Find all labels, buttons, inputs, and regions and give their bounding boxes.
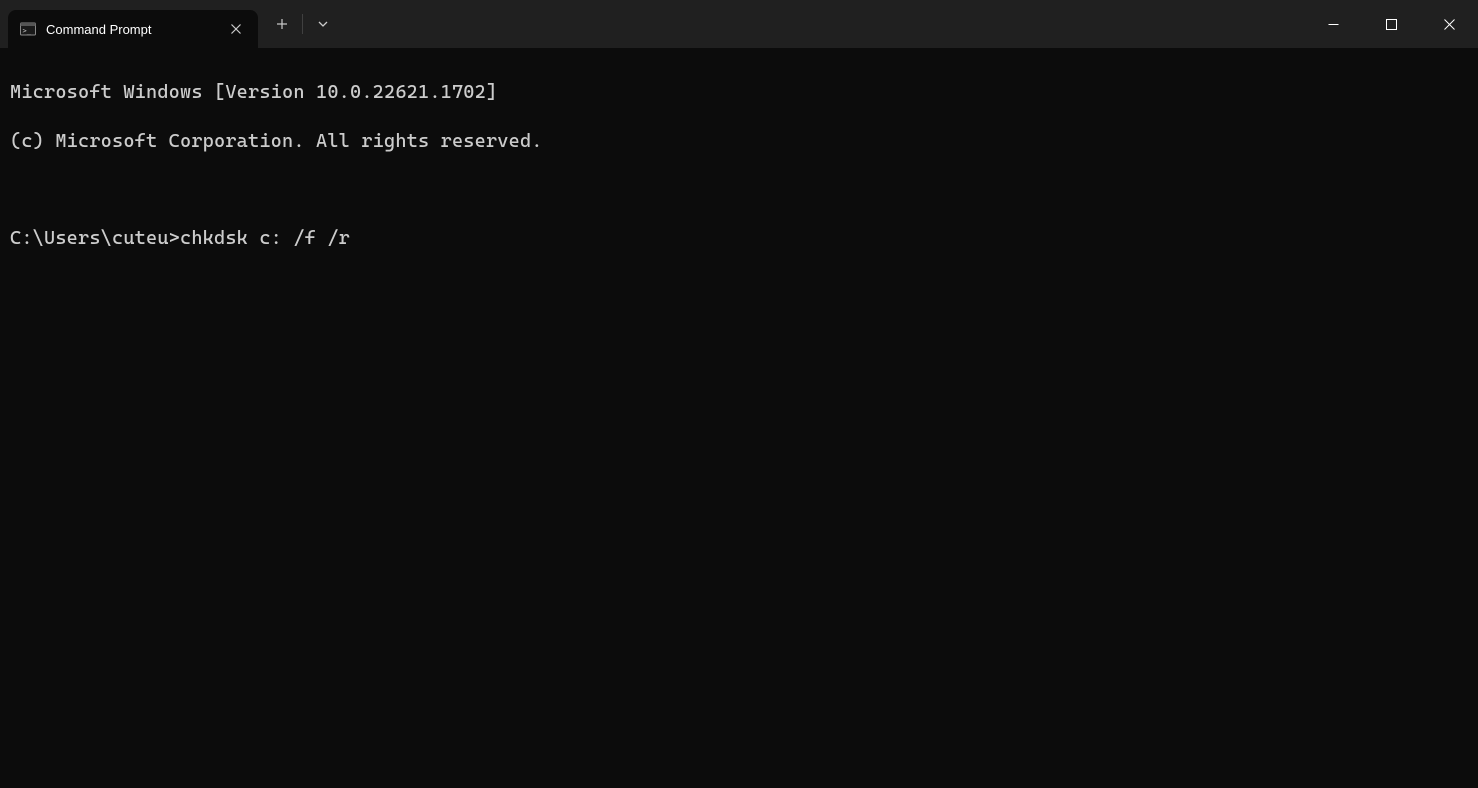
terminal-line-version: Microsoft Windows [Version 10.0.22621.17… xyxy=(10,80,1468,104)
cmd-icon: >_ xyxy=(20,21,36,37)
tab-title: Command Prompt xyxy=(46,22,214,37)
terminal-line-copyright: (c) Microsoft Corporation. All rights re… xyxy=(10,129,1468,153)
tabs-area: >_ Command Prompt xyxy=(0,0,341,48)
maximize-icon xyxy=(1386,19,1397,30)
close-icon xyxy=(1444,19,1455,30)
terminal-command: chkdsk c: /f /r xyxy=(180,227,350,249)
terminal-blank-line xyxy=(10,178,1468,202)
divider xyxy=(302,14,303,34)
svg-text:>_: >_ xyxy=(23,27,32,35)
tab-dropdown-button[interactable] xyxy=(305,6,341,42)
minimize-button[interactable] xyxy=(1304,0,1362,48)
tab-close-button[interactable] xyxy=(224,17,248,41)
close-icon xyxy=(230,23,242,35)
plus-icon xyxy=(276,18,288,30)
window-controls xyxy=(1304,0,1478,48)
titlebar: >_ Command Prompt xyxy=(0,0,1478,48)
tab-command-prompt[interactable]: >_ Command Prompt xyxy=(8,10,258,48)
terminal-prompt: C:\Users\cuteu> xyxy=(10,227,180,249)
close-window-button[interactable] xyxy=(1420,0,1478,48)
tab-actions xyxy=(258,0,341,48)
minimize-icon xyxy=(1328,19,1339,30)
terminal-output[interactable]: Microsoft Windows [Version 10.0.22621.17… xyxy=(0,48,1478,788)
chevron-down-icon xyxy=(317,18,329,30)
maximize-button[interactable] xyxy=(1362,0,1420,48)
new-tab-button[interactable] xyxy=(264,6,300,42)
terminal-command-line: C:\Users\cuteu>chkdsk c: /f /r xyxy=(10,226,1468,250)
